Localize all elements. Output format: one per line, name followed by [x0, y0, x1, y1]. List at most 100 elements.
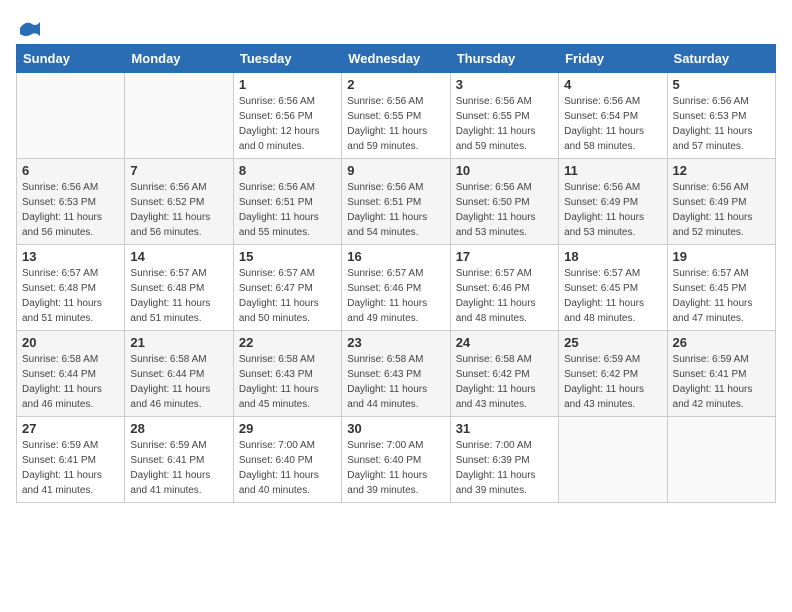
- day-number: 20: [22, 335, 119, 350]
- day-number: 24: [456, 335, 553, 350]
- day-info: Sunrise: 6:58 AMSunset: 6:44 PMDaylight:…: [130, 352, 227, 412]
- calendar-cell: 28 Sunrise: 6:59 AMSunset: 6:41 PMDayligh…: [125, 417, 233, 503]
- day-info: Sunrise: 6:56 AMSunset: 6:53 PMDaylight:…: [22, 180, 119, 240]
- calendar-cell: 18 Sunrise: 6:57 AMSunset: 6:45 PMDayligh…: [559, 245, 667, 331]
- calendar-cell: 27Sunrise: 6:59 AMSunset: 6:41 PMDayligh…: [17, 417, 125, 503]
- calendar-cell: [17, 73, 125, 159]
- day-number: 26: [673, 335, 770, 350]
- day-number: 14: [130, 249, 227, 264]
- day-number: 29: [239, 421, 336, 436]
- day-info: Sunrise: 7:00 AMSunset: 6:39 PMDaylight:…: [456, 438, 553, 498]
- weekday-header-sunday: Sunday: [17, 45, 125, 73]
- calendar-cell: 2 Sunrise: 6:56 AMSunset: 6:55 PMDaylight…: [342, 73, 450, 159]
- calendar-week-row: 1 Sunrise: 6:56 AMSunset: 6:56 PMDaylight…: [17, 73, 776, 159]
- day-number: 27: [22, 421, 119, 436]
- day-number: 13: [22, 249, 119, 264]
- day-info: Sunrise: 6:56 AMSunset: 6:49 PMDaylight:…: [673, 180, 770, 240]
- calendar-cell: 30 Sunrise: 7:00 AMSunset: 6:40 PMDayligh…: [342, 417, 450, 503]
- calendar-cell: 21 Sunrise: 6:58 AMSunset: 6:44 PMDayligh…: [125, 331, 233, 417]
- day-number: 15: [239, 249, 336, 264]
- calendar-cell: 4 Sunrise: 6:56 AMSunset: 6:54 PMDaylight…: [559, 73, 667, 159]
- day-number: 31: [456, 421, 553, 436]
- day-number: 19: [673, 249, 770, 264]
- day-info: Sunrise: 6:56 AMSunset: 6:52 PMDaylight:…: [130, 180, 227, 240]
- day-info: Sunrise: 6:56 AMSunset: 6:51 PMDaylight:…: [239, 180, 336, 240]
- day-number: 1: [239, 77, 336, 92]
- calendar-cell: 19Sunrise: 6:57 AMSunset: 6:45 PMDayligh…: [667, 245, 775, 331]
- calendar-cell: 17Sunrise: 6:57 AMSunset: 6:46 PMDayligh…: [450, 245, 558, 331]
- day-number: 28: [130, 421, 227, 436]
- day-number: 30: [347, 421, 444, 436]
- weekday-header-monday: Monday: [125, 45, 233, 73]
- calendar-cell: 9 Sunrise: 6:56 AMSunset: 6:51 PMDaylight…: [342, 159, 450, 245]
- calendar-cell: [125, 73, 233, 159]
- calendar-cell: 20 Sunrise: 6:58 AMSunset: 6:44 PMDayligh…: [17, 331, 125, 417]
- day-info: Sunrise: 6:56 AMSunset: 6:51 PMDaylight:…: [347, 180, 444, 240]
- calendar-cell: 6 Sunrise: 6:56 AMSunset: 6:53 PMDaylight…: [17, 159, 125, 245]
- calendar-cell: 16Sunrise: 6:57 AMSunset: 6:46 PMDayligh…: [342, 245, 450, 331]
- calendar-cell: 11Sunrise: 6:56 AMSunset: 6:49 PMDayligh…: [559, 159, 667, 245]
- day-info: Sunrise: 6:56 AMSunset: 6:55 PMDaylight:…: [347, 94, 444, 154]
- calendar-cell: 1 Sunrise: 6:56 AMSunset: 6:56 PMDaylight…: [233, 73, 341, 159]
- day-number: 4: [564, 77, 661, 92]
- day-number: 2: [347, 77, 444, 92]
- day-number: 5: [673, 77, 770, 92]
- calendar-cell: 23 Sunrise: 6:58 AMSunset: 6:43 PMDayligh…: [342, 331, 450, 417]
- calendar-cell: 3 Sunrise: 6:56 AMSunset: 6:55 PMDaylight…: [450, 73, 558, 159]
- calendar-week-row: 13 Sunrise: 6:57 AMSunset: 6:48 PMDayligh…: [17, 245, 776, 331]
- weekday-header-tuesday: Tuesday: [233, 45, 341, 73]
- calendar-cell: 8 Sunrise: 6:56 AMSunset: 6:51 PMDaylight…: [233, 159, 341, 245]
- calendar-week-row: 27 Sunrise: 6:59 AMSunset: 6:41 PMDayligh…: [17, 417, 776, 503]
- day-info: Sunrise: 7:00 AMSunset: 6:40 PMDaylight:…: [347, 438, 444, 498]
- day-info: Sunrise: 6:58 AMSunset: 6:43 PMDaylight:…: [347, 352, 444, 412]
- day-number: 11: [564, 163, 661, 178]
- calendar-cell: 24 Sunrise: 6:58 AMSunset: 6:42 PMDayligh…: [450, 331, 558, 417]
- day-info: Sunrise: 6:57 AMSunset: 6:47 PMDaylight:…: [239, 266, 336, 326]
- calendar-cell: 15 Sunrise: 6:57 AMSunset: 6:47 PMDayligh…: [233, 245, 341, 331]
- day-info: Sunrise: 6:59 AMSunset: 6:42 PMDaylight:…: [564, 352, 661, 412]
- calendar-week-row: 6 Sunrise: 6:56 AMSunset: 6:53 PMDaylight…: [17, 159, 776, 245]
- day-info: Sunrise: 6:56 AMSunset: 6:54 PMDaylight:…: [564, 94, 661, 154]
- day-info: Sunrise: 6:56 AMSunset: 6:50 PMDaylight:…: [456, 180, 553, 240]
- weekday-header-friday: Friday: [559, 45, 667, 73]
- day-number: 21: [130, 335, 227, 350]
- day-info: Sunrise: 6:57 AMSunset: 6:48 PMDaylight:…: [130, 266, 227, 326]
- day-number: 9: [347, 163, 444, 178]
- logo: [16, 16, 42, 36]
- day-info: Sunrise: 6:58 AMSunset: 6:42 PMDaylight:…: [456, 352, 553, 412]
- calendar-cell: 31 Sunrise: 7:00 AMSunset: 6:39 PMDayligh…: [450, 417, 558, 503]
- calendar-cell: 12Sunrise: 6:56 AMSunset: 6:49 PMDayligh…: [667, 159, 775, 245]
- day-number: 10: [456, 163, 553, 178]
- day-number: 25: [564, 335, 661, 350]
- day-info: Sunrise: 6:57 AMSunset: 6:48 PMDaylight:…: [22, 266, 119, 326]
- day-info: Sunrise: 6:56 AMSunset: 6:55 PMDaylight:…: [456, 94, 553, 154]
- day-number: 18: [564, 249, 661, 264]
- calendar-cell: 29Sunrise: 7:00 AMSunset: 6:40 PMDayligh…: [233, 417, 341, 503]
- calendar-cell: 26 Sunrise: 6:59 AMSunset: 6:41 PMDayligh…: [667, 331, 775, 417]
- calendar-cell: [667, 417, 775, 503]
- day-info: Sunrise: 6:59 AMSunset: 6:41 PMDaylight:…: [130, 438, 227, 498]
- day-info: Sunrise: 6:56 AMSunset: 6:56 PMDaylight:…: [239, 94, 336, 154]
- day-info: Sunrise: 6:57 AMSunset: 6:45 PMDaylight:…: [564, 266, 661, 326]
- calendar-cell: 7Sunrise: 6:56 AMSunset: 6:52 PMDaylight…: [125, 159, 233, 245]
- calendar-cell: 14 Sunrise: 6:57 AMSunset: 6:48 PMDayligh…: [125, 245, 233, 331]
- day-number: 6: [22, 163, 119, 178]
- calendar-cell: 25 Sunrise: 6:59 AMSunset: 6:42 PMDayligh…: [559, 331, 667, 417]
- calendar-cell: [559, 417, 667, 503]
- day-number: 3: [456, 77, 553, 92]
- day-number: 8: [239, 163, 336, 178]
- calendar-cell: 22Sunrise: 6:58 AMSunset: 6:43 PMDayligh…: [233, 331, 341, 417]
- weekday-header-wednesday: Wednesday: [342, 45, 450, 73]
- weekday-header-row: SundayMondayTuesdayWednesdayThursdayFrid…: [17, 45, 776, 73]
- calendar-week-row: 20 Sunrise: 6:58 AMSunset: 6:44 PMDayligh…: [17, 331, 776, 417]
- day-info: Sunrise: 6:57 AMSunset: 6:46 PMDaylight:…: [347, 266, 444, 326]
- day-number: 17: [456, 249, 553, 264]
- day-info: Sunrise: 6:59 AMSunset: 6:41 PMDaylight:…: [673, 352, 770, 412]
- day-info: Sunrise: 6:58 AMSunset: 6:44 PMDaylight:…: [22, 352, 119, 412]
- calendar-cell: 13 Sunrise: 6:57 AMSunset: 6:48 PMDayligh…: [17, 245, 125, 331]
- day-number: 23: [347, 335, 444, 350]
- day-info: Sunrise: 6:56 AMSunset: 6:53 PMDaylight:…: [673, 94, 770, 154]
- day-info: Sunrise: 6:58 AMSunset: 6:43 PMDaylight:…: [239, 352, 336, 412]
- weekday-header-thursday: Thursday: [450, 45, 558, 73]
- calendar-cell: 5 Sunrise: 6:56 AMSunset: 6:53 PMDaylight…: [667, 73, 775, 159]
